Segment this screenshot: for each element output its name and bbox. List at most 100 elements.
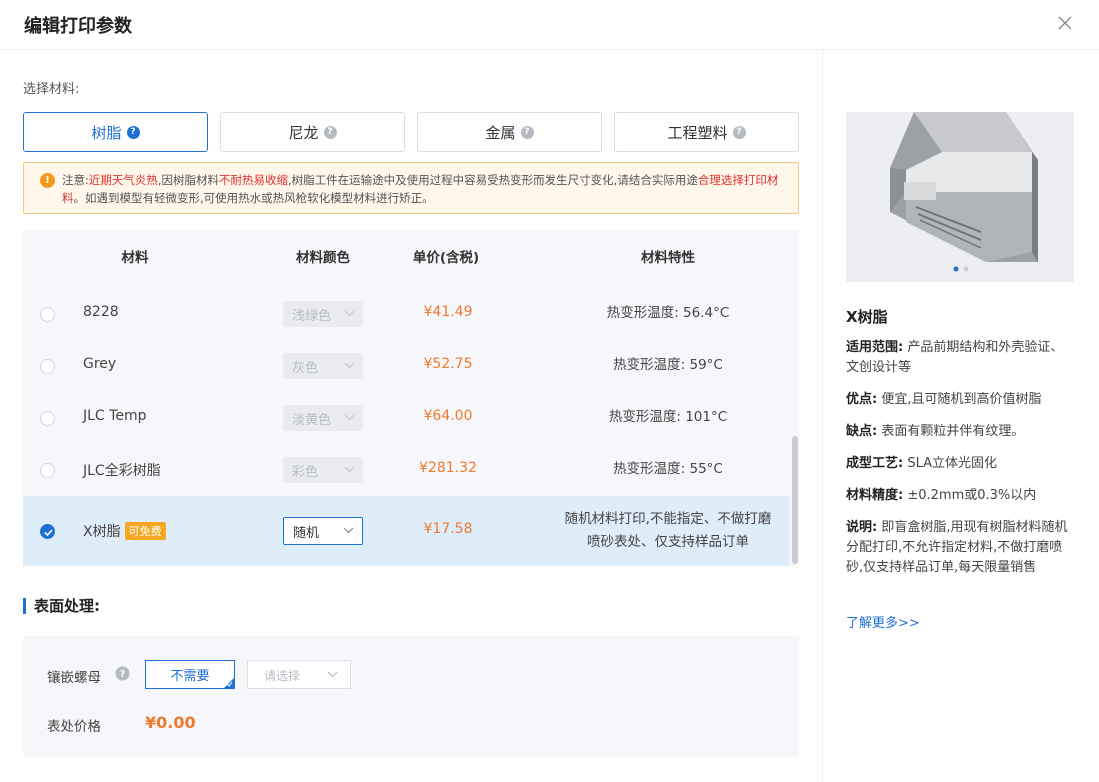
nut-select[interactable]: 请选择	[247, 660, 351, 689]
header-color: 材料颜色	[296, 250, 350, 266]
help-icon[interactable]: ?	[520, 125, 534, 139]
table-row[interactable]: JLC全彩树脂 彩色 ¥281.32 热变形温度: 55°C	[23, 444, 789, 496]
warning-icon: !	[40, 173, 55, 188]
free-badge: 可免费	[124, 522, 166, 540]
color-value: 随机	[293, 526, 320, 541]
color-value: 淡黄色	[292, 413, 332, 428]
surface-price-label: 表处价格	[47, 719, 101, 735]
info-text: 便宜,且可随机到高价值树脂	[881, 392, 1042, 407]
notice-text: 。如遇到模型有轻微变形,可使用热水或热风枪软化模型材料进行矫正。	[73, 191, 434, 205]
unit-price: ¥41.49	[423, 304, 473, 320]
info-label: 说明:	[846, 520, 878, 535]
color-select: 灰色	[283, 353, 363, 379]
carousel-dots	[953, 266, 969, 272]
header-price: 单价(含税)	[412, 250, 480, 266]
table-row[interactable]: Grey 灰色 ¥52.75 热变形温度: 59°C	[23, 340, 789, 392]
notice-text: ,因树脂材料	[157, 173, 220, 187]
no-need-label: 不需要	[170, 669, 210, 684]
help-icon: ?	[115, 666, 130, 681]
info-pros: 优点: 便宜,且可随机到高价值树脂	[846, 390, 1076, 410]
material-name: JLC Temp	[83, 408, 147, 424]
dialog-header: 编辑打印参数	[0, 0, 1099, 50]
material-feature: 热变形温度: 59°C	[613, 357, 723, 373]
unit-price: ¥17.58	[423, 521, 473, 537]
tab-nylon[interactable]: 尼龙 ?	[220, 112, 405, 152]
radio-button-checked[interactable]	[40, 524, 55, 539]
radio-button[interactable]	[40, 359, 55, 374]
material-feature: 热变形温度: 101°C	[608, 409, 728, 425]
table-row[interactable]: 8228 浅绿色 ¥41.49 热变形温度: 56.4°C	[23, 288, 789, 340]
table-header: 材料 材料颜色 单价(含税) 材料特性	[23, 230, 799, 278]
info-text: 即盲盒树脂,用现有树脂材料随机分配打印,不允许指定材料,不做打磨喷砂,仅支持样品…	[846, 520, 1068, 575]
info-title: X树脂	[846, 308, 888, 326]
color-select[interactable]: 随机	[283, 517, 363, 545]
tab-label: 工程塑料	[667, 123, 728, 142]
info-label: 成型工艺:	[846, 456, 904, 471]
info-label: 优点:	[846, 392, 878, 407]
table-row[interactable]: JLC Temp 淡黄色 ¥64.00 热变形温度: 101°C	[23, 392, 789, 444]
info-cons: 缺点: 表面有颗粒并伴有纹理。	[846, 422, 1076, 442]
material-info-panel: X树脂 适用范围: 产品前期结构和外壳验证、文创设计等 优点: 便宜,且可随机到…	[822, 50, 1099, 782]
color-value: 浅绿色	[292, 309, 332, 324]
no-need-button[interactable]: 不需要	[145, 660, 235, 689]
feature-line: 随机材料打印,不能指定、不做打磨	[564, 511, 772, 527]
info-precision: 材料精度: ±0.2mm或0.3%以内	[846, 486, 1076, 506]
svg-text:?: ?	[120, 669, 126, 680]
material-tabs: 树脂 ? 尼龙 ? 金属 ? 工程塑料 ?	[23, 112, 799, 152]
chevron-down-icon	[344, 362, 355, 369]
radio-button[interactable]	[40, 307, 55, 322]
header-material: 材料	[121, 250, 149, 266]
tab-label: 尼龙	[288, 123, 319, 142]
surface-treatment-box: 镶嵌螺母 ? 不需要 请选择 表处价格 ¥0.00	[23, 636, 799, 757]
info-label: 适用范围:	[846, 340, 904, 355]
help-icon[interactable]: ?	[732, 125, 746, 139]
insert-nut-label: 镶嵌螺母	[47, 670, 101, 686]
header-feature: 材料特性	[641, 250, 695, 266]
material-name-text: X树脂	[83, 524, 121, 540]
info-text: 表面有颗粒并伴有纹理。	[881, 424, 1025, 439]
help-icon[interactable]: ?	[126, 125, 140, 139]
unit-price: ¥281.32	[419, 460, 477, 476]
surface-treatment-title: 表面处理:	[23, 598, 100, 614]
tab-metal[interactable]: 金属 ?	[417, 112, 602, 152]
notice-text: ,树脂工件在运输途中及使用过程中容易受热变形而发生尺寸变化,请结合实际用途	[288, 173, 698, 187]
tab-label: 树脂	[91, 123, 122, 142]
tab-resin[interactable]: 树脂 ?	[23, 112, 208, 152]
material-table: 材料 材料颜色 单价(含税) 材料特性 8228 浅绿色 ¥41.49 热变形温…	[23, 230, 799, 566]
tab-label: 金属	[485, 123, 516, 142]
chevron-down-icon	[327, 671, 338, 678]
color-value: 灰色	[292, 361, 319, 376]
chevron-down-icon	[344, 466, 355, 473]
heat-warning-notice: ! 注意:近期天气炎热,因树脂材料不耐热易收缩,树脂工件在运输途中及使用过程中容…	[23, 162, 799, 214]
notice-prefix: 注意:	[62, 173, 89, 187]
radio-button[interactable]	[40, 463, 55, 478]
tab-engineering-plastic[interactable]: 工程塑料 ?	[614, 112, 799, 152]
color-value: 彩色	[292, 465, 319, 480]
select-material-label: 选择材料:	[23, 82, 80, 97]
table-row-selected[interactable]: X树脂 可免费 随机 ¥17.58 随机材料打印,不能指定、不做打磨 喷砂表处、仅…	[23, 496, 789, 566]
info-label: 材料精度:	[846, 488, 904, 503]
chevron-down-icon	[343, 527, 354, 534]
material-name: JLC全彩树脂	[83, 463, 161, 479]
close-icon[interactable]	[1055, 13, 1075, 33]
chevron-down-icon	[344, 414, 355, 421]
material-feature: 随机材料打印,不能指定、不做打磨 喷砂表处、仅支持样品订单	[565, 508, 772, 554]
info-text: ±0.2mm或0.3%以内	[907, 488, 1037, 503]
material-name: Grey	[83, 356, 117, 372]
notice-highlight: 近期天气炎热	[88, 173, 158, 187]
material-feature: 热变形温度: 56.4°C	[606, 305, 730, 321]
help-icon[interactable]: ?	[323, 125, 337, 139]
color-select: 彩色	[283, 457, 363, 483]
material-image-carousel[interactable]	[846, 112, 1074, 282]
color-select: 浅绿色	[283, 301, 363, 327]
unit-price: ¥64.00	[423, 408, 473, 424]
dialog-title: 编辑打印参数	[24, 16, 132, 37]
check-icon	[226, 681, 233, 687]
info-note: 说明: 即盲盒树脂,用现有树脂材料随机分配打印,不允许指定材料,不做打磨喷砂,仅…	[846, 518, 1076, 578]
table-scrollbar[interactable]	[792, 436, 798, 564]
info-scope: 适用范围: 产品前期结构和外壳验证、文创设计等	[846, 338, 1076, 378]
info-text: SLA立体光固化	[907, 456, 998, 471]
radio-button[interactable]	[40, 411, 55, 426]
info-process: 成型工艺: SLA立体光固化	[846, 454, 1076, 474]
learn-more-link[interactable]: 了解更多>>	[846, 612, 920, 631]
